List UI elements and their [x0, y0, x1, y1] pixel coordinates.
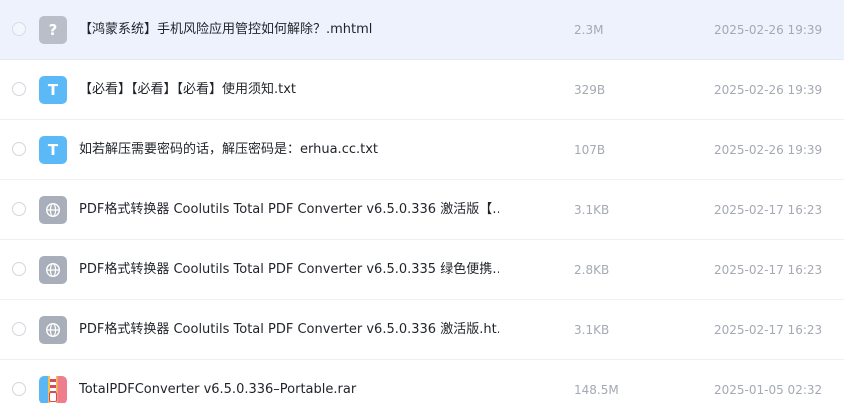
file-date: 2025-02-26 19:39 — [714, 143, 823, 157]
icon-glyph: T — [47, 141, 59, 159]
file-row[interactable]: PDF格式转换器 Coolutils Total PDF Converter v… — [0, 180, 844, 240]
file-row[interactable]: T 如若解压需要密码的话，解压密码是：erhua.cc.txt 107B 202… — [0, 120, 844, 180]
file-row[interactable]: PDF格式转换器 Coolutils Total PDF Converter v… — [0, 240, 844, 300]
file-row[interactable]: ? 【鸿蒙系统】手机风险应用管控如何解除？.mhtml 2.3M 2025-02… — [0, 0, 844, 60]
file-name[interactable]: PDF格式转换器 Coolutils Total PDF Converter v… — [79, 240, 499, 300]
row-checkbox[interactable] — [12, 262, 26, 276]
file-date: 2025-02-17 16:23 — [714, 203, 823, 217]
globe-icon — [45, 322, 61, 338]
file-row[interactable]: T 【必看】【必看】【必看】使用须知.txt 329B 2025-02-26 1… — [0, 60, 844, 120]
file-name[interactable]: 【必看】【必看】【必看】使用须知.txt — [79, 60, 499, 120]
file-name[interactable]: 【鸿蒙系统】手机风险应用管控如何解除？.mhtml — [79, 0, 499, 60]
file-row[interactable]: PDF格式转换器 Coolutils Total PDF Converter v… — [0, 300, 844, 360]
file-row[interactable]: TotalPDFConverter v6.5.0.336–Portable.ra… — [0, 360, 844, 403]
file-date: 2025-01-05 02:32 — [714, 383, 823, 397]
icon-glyph: T — [47, 81, 59, 99]
row-checkbox[interactable] — [12, 22, 26, 36]
file-name[interactable]: 如若解压需要密码的话，解压密码是：erhua.cc.txt — [79, 120, 499, 180]
file-name[interactable]: TotalPDFConverter v6.5.0.336–Portable.ra… — [79, 360, 499, 403]
file-size: 3.1KB — [574, 203, 610, 217]
web-file-icon — [39, 196, 67, 224]
text-file-icon: T — [39, 136, 67, 164]
row-checkbox[interactable] — [12, 202, 26, 216]
file-size: 2.3M — [574, 23, 604, 37]
globe-icon — [45, 202, 61, 218]
row-checkbox[interactable] — [12, 322, 26, 336]
file-date: 2025-02-17 16:23 — [714, 263, 823, 277]
file-date: 2025-02-26 19:39 — [714, 23, 823, 37]
row-checkbox[interactable] — [12, 82, 26, 96]
web-file-icon — [39, 256, 67, 284]
file-date: 2025-02-26 19:39 — [714, 83, 823, 97]
row-checkbox[interactable] — [12, 142, 26, 156]
file-list: ? 【鸿蒙系统】手机风险应用管控如何解除？.mhtml 2.3M 2025-02… — [0, 0, 844, 403]
icon-glyph: ? — [48, 21, 58, 39]
file-size: 3.1KB — [574, 323, 610, 337]
file-date: 2025-02-17 16:23 — [714, 323, 823, 337]
question-file-icon: ? — [39, 16, 67, 44]
file-size: 2.8KB — [574, 263, 610, 277]
text-file-icon: T — [39, 76, 67, 104]
globe-icon — [45, 262, 61, 278]
archive-file-icon — [39, 376, 67, 403]
file-size: 107B — [574, 143, 606, 157]
file-size: 148.5M — [574, 383, 619, 397]
zipper-pull — [49, 392, 57, 402]
row-checkbox[interactable] — [12, 382, 26, 396]
web-file-icon — [39, 316, 67, 344]
file-name[interactable]: PDF格式转换器 Coolutils Total PDF Converter v… — [79, 300, 499, 360]
file-size: 329B — [574, 83, 606, 97]
file-name[interactable]: PDF格式转换器 Coolutils Total PDF Converter v… — [79, 180, 499, 240]
